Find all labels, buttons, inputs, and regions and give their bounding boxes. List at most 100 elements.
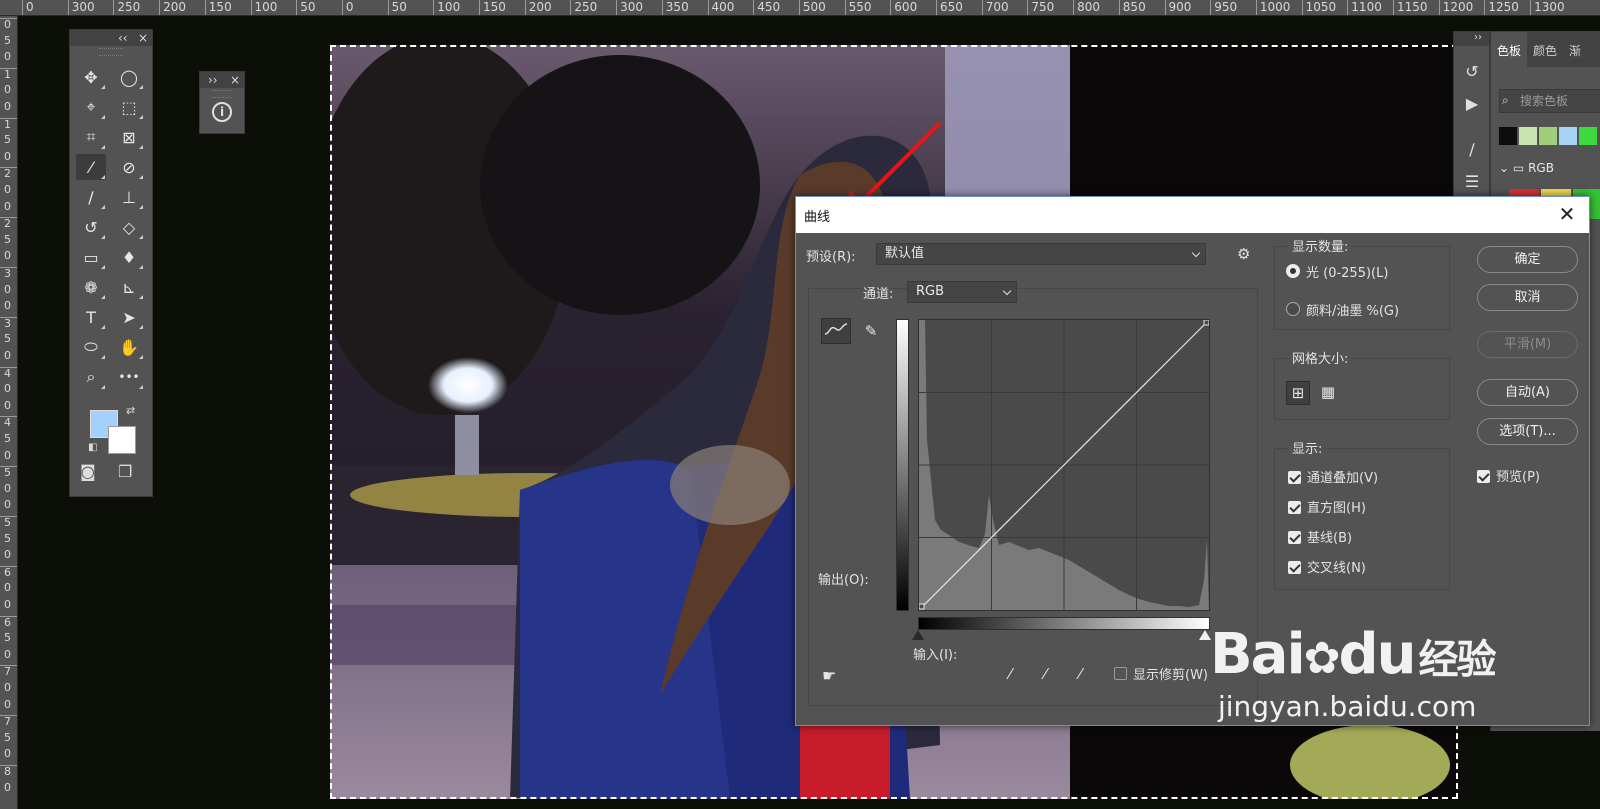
panel-grip[interactable] [99,48,123,56]
ruler-tick: 0 [4,448,11,462]
dialog-title-bar[interactable]: 曲线 ✕ [796,197,1589,233]
preview-checkbox[interactable] [1477,470,1490,483]
tools-panel-header[interactable]: ‹‹ × [70,30,152,46]
eraser-icon: ◇ [122,217,136,237]
baseline-checkbox[interactable] [1288,531,1301,544]
curve-point-black[interactable] [918,603,925,610]
tab-swatches-0[interactable]: 色板 [1491,32,1528,67]
collapse-icon[interactable]: ›› [1454,32,1489,46]
color-swatch[interactable] [1519,127,1537,145]
healing-brush-tool[interactable]: ⊘ [114,154,144,180]
channel-select[interactable]: RGB [907,281,1017,303]
swatch-folder-rgb[interactable]: ⌄ ▭ RGB [1499,161,1554,175]
default-colors-icon[interactable]: ◧ [88,442,97,453]
frame-icon: ⊠ [122,127,136,147]
history-icon[interactable]: ↺ [1461,62,1483,84]
ruler-tick: 0 [4,598,11,611]
crop-tool[interactable]: ⌗ [76,124,106,150]
top-ruler[interactable]: 0 300 250 200 150 100 50 0 50 100 150 200 250 300 350 4… [0,0,1600,16]
zoom-tool[interactable]: ⌕ [76,364,106,390]
screen-mode-icon[interactable]: ❐ [118,462,132,481]
preset-select[interactable]: 默认值 [876,243,1206,265]
auto-button[interactable]: 自动(A) [1477,379,1578,406]
polygonal-lasso-tool[interactable]: ⌖ [76,94,106,120]
tab-swatches-1[interactable]: 颜色 [1527,42,1563,67]
eraser-tool[interactable]: ◇ [114,214,144,240]
channel-overlay-checkbox[interactable] [1288,471,1301,484]
ruler-tick: 0 [341,0,354,15]
pigment-radio[interactable] [1286,302,1300,316]
ruler-tick: 7 [0,715,17,727]
ruler-tick: 0 [4,398,11,412]
panel-grip[interactable] [212,90,232,98]
gear-icon[interactable]: ⚙ [1237,245,1250,263]
gray-eyedropper-icon[interactable]: ⁄ [1044,665,1047,683]
pen-tool[interactable]: ⊾ [114,274,144,300]
ruler-tick: 1200 [1438,0,1473,15]
chevron-down-icon[interactable]: ⌄ [1499,161,1509,175]
light-radio[interactable] [1286,264,1300,278]
swatch-search-input[interactable]: 搜索色板 [1499,89,1600,113]
more-tools[interactable]: ••• [114,364,144,390]
options-button[interactable]: 选项(T)... [1477,418,1578,445]
eyedropper-tool[interactable]: ⁄ [76,154,106,180]
info-icon[interactable]: i [212,102,232,122]
ruler-tick: 0 [4,282,11,296]
folder-label: RGB [1528,161,1554,175]
white-eyedropper-icon[interactable]: ⁄ [1079,665,1082,683]
close-icon[interactable]: × [230,72,240,88]
simple-grid-icon[interactable]: ⊞ [1286,381,1310,405]
ellipse-marquee-tool[interactable]: ◯ [114,64,144,90]
ruler-tick: 5 [4,232,11,246]
color-swatch[interactable] [1559,127,1577,145]
pencil-tool[interactable]: ✎ [856,318,886,344]
display-amount-title: 显示数量: [1288,236,1353,255]
brush-settings-icon[interactable]: ∕ [1461,140,1483,162]
object-selection-tool[interactable]: ⬚ [114,94,144,120]
swap-colors-icon[interactable]: ⇄ [126,404,135,417]
ok-button[interactable]: 确定 [1477,246,1578,273]
histogram-checkbox[interactable] [1288,501,1301,514]
color-swatch[interactable] [1539,127,1557,145]
gradient-tool[interactable]: ▭ [76,244,106,270]
ellipse-tool[interactable]: ⬭ [76,334,106,360]
quick-mask-icon[interactable]: ◙ [80,462,96,481]
move-tool[interactable]: ✥ [76,64,106,90]
background-color-swatch[interactable] [108,426,136,454]
color-swatch[interactable] [1579,127,1597,145]
hand-tool[interactable]: ✋ [114,334,144,360]
smooth-button[interactable]: 平滑(M) [1477,331,1578,358]
detailed-grid-icon[interactable]: ▦ [1316,381,1340,405]
intersection-checkbox[interactable] [1288,561,1301,574]
targeted-adjustment-icon[interactable]: ☛ [822,666,836,685]
dodge-tool[interactable]: ❁ [76,274,106,300]
frame-tool[interactable]: ⊠ [114,124,144,150]
collapse-icon[interactable]: ›› [208,72,218,88]
ruler-tick: 0 [4,498,11,512]
info-panel-header[interactable]: ›› × [200,72,244,88]
left-ruler[interactable]: 0 5 0 1 0 0 1 5 0 2 0 0 2 5 0 3 0 0 3 5 0 4 0 0 4 5 0 5 0 0 5 5 0 6 0 0 6 5 0 7… [0,16,18,809]
curve-point-white[interactable] [1203,319,1210,326]
close-icon[interactable]: ✕ [1555,202,1579,226]
adjustments-icon[interactable]: ☰ [1461,172,1483,194]
black-point-slider[interactable] [912,630,924,640]
brush-tool[interactable]: ∕ [76,184,106,210]
blur-tool[interactable]: ♦ [114,244,144,270]
black-eyedropper-icon[interactable]: ⁄ [1009,665,1012,683]
color-swatch[interactable] [1499,127,1517,145]
actions-play-icon[interactable]: ▶ [1461,94,1483,116]
path-selection-tool[interactable]: ➤ [114,304,144,330]
type-tool[interactable]: T [76,304,106,330]
clone-stamp-tool[interactable]: ⊥ [114,184,144,210]
history-brush-tool[interactable]: ↺ [76,214,106,240]
curve-point-tool[interactable] [821,318,851,344]
healing-brush-icon: ⊘ [122,157,136,177]
close-icon[interactable]: × [138,30,148,46]
type-icon: T [86,307,96,327]
tool-group-indicator [139,235,143,239]
curve-graph[interactable] [918,319,1210,611]
show-clipping-checkbox[interactable] [1114,667,1127,680]
tab-swatches-2[interactable]: 渐 [1563,42,1587,67]
collapse-icon[interactable]: ‹‹ [118,30,128,46]
cancel-button[interactable]: 取消 [1477,284,1578,311]
